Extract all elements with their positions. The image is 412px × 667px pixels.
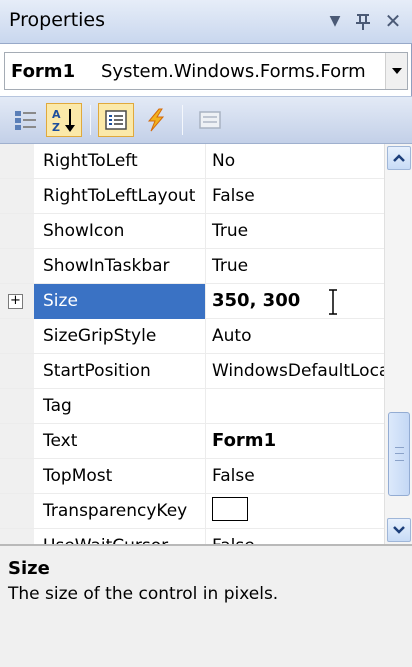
alphabetical-sort-icon: A Z bbox=[52, 108, 75, 133]
events-lightning-icon bbox=[147, 108, 165, 132]
property-name: TransparencyKey bbox=[34, 494, 206, 529]
object-type: System.Windows.Forms.Form bbox=[101, 61, 366, 82]
property-row[interactable]: UseWaitCursor False bbox=[0, 529, 384, 544]
events-button[interactable] bbox=[138, 103, 174, 137]
property-value[interactable]: Auto bbox=[206, 319, 384, 354]
property-row[interactable]: ShowInTaskbar True bbox=[0, 249, 384, 284]
chevron-down-icon bbox=[391, 68, 402, 74]
property-name: ShowIcon bbox=[34, 214, 206, 249]
properties-window: Properties ▼ ✕ Form1 System.Windows.Form… bbox=[0, 0, 412, 667]
color-swatch[interactable] bbox=[212, 497, 248, 521]
chevron-up-icon bbox=[393, 154, 405, 162]
property-value[interactable]: False bbox=[206, 459, 384, 494]
object-name: Form1 bbox=[11, 61, 76, 82]
property-pages-button[interactable] bbox=[192, 103, 228, 137]
property-value[interactable]: 350, 300 bbox=[206, 284, 384, 319]
description-text: The size of the control in pixels. bbox=[8, 584, 279, 604]
property-grid: RightToLeft No RightToLeftLayout False S… bbox=[0, 144, 412, 544]
properties-button[interactable] bbox=[98, 103, 134, 137]
property-name: UseWaitCursor bbox=[34, 529, 206, 544]
property-name: TopMost bbox=[34, 459, 206, 494]
property-name: Size bbox=[34, 284, 206, 319]
description-title: Size bbox=[8, 558, 50, 579]
object-selector[interactable]: Form1 System.Windows.Forms.Form bbox=[4, 52, 408, 90]
grip-icon bbox=[395, 447, 404, 461]
property-name: Text bbox=[34, 424, 206, 459]
property-row[interactable]: RightToLeftLayout False bbox=[0, 179, 384, 214]
property-name: Tag bbox=[34, 389, 206, 424]
property-row[interactable]: TransparencyKey bbox=[0, 494, 384, 529]
pin-glyph bbox=[356, 14, 370, 30]
toolbar-separator bbox=[90, 105, 91, 135]
categorized-icon bbox=[15, 111, 36, 130]
property-value[interactable] bbox=[206, 494, 384, 529]
property-row[interactable]: ShowIcon True bbox=[0, 214, 384, 249]
alphabetical-button[interactable]: A Z bbox=[46, 103, 82, 137]
property-value[interactable]: No bbox=[206, 144, 384, 179]
svg-text:Z: Z bbox=[52, 121, 60, 133]
properties-icon bbox=[105, 110, 127, 130]
chevron-down-icon bbox=[393, 526, 405, 534]
scroll-down-button[interactable] bbox=[387, 518, 411, 542]
scroll-thumb[interactable] bbox=[388, 412, 410, 496]
expand-icon[interactable]: + bbox=[8, 294, 23, 309]
text-cursor-icon bbox=[329, 289, 337, 315]
property-value[interactable]: False bbox=[206, 529, 384, 544]
property-row[interactable]: StartPosition WindowsDefaultLocation bbox=[0, 354, 384, 389]
close-icon[interactable]: ✕ bbox=[380, 6, 406, 36]
property-value[interactable]: True bbox=[206, 249, 384, 284]
property-toolbar: A Z bbox=[0, 96, 412, 144]
property-name: ShowInTaskbar bbox=[34, 249, 206, 284]
toolbar-separator bbox=[182, 105, 183, 135]
property-value[interactable]: WindowsDefaultLocation bbox=[206, 354, 384, 389]
property-name: StartPosition bbox=[34, 354, 206, 389]
title-bar: Properties ▼ ✕ bbox=[0, 0, 412, 44]
window-title: Properties bbox=[9, 9, 106, 31]
categorized-button[interactable] bbox=[8, 103, 44, 137]
window-menu-dropdown-icon[interactable]: ▼ bbox=[322, 6, 348, 36]
svg-text:A: A bbox=[52, 108, 61, 121]
property-value[interactable]: True bbox=[206, 214, 384, 249]
vertical-scrollbar[interactable] bbox=[384, 144, 412, 544]
property-row[interactable]: RightToLeft No bbox=[0, 144, 384, 179]
property-row-selected[interactable]: + Size 350, 300 bbox=[0, 284, 384, 319]
property-name: RightToLeft bbox=[34, 144, 206, 179]
description-pane: Size The size of the control in pixels. bbox=[0, 544, 412, 667]
property-name: RightToLeftLayout bbox=[34, 179, 206, 214]
property-value[interactable]: False bbox=[206, 179, 384, 214]
selector-dropdown-button[interactable] bbox=[385, 53, 407, 89]
property-row[interactable]: Tag bbox=[0, 389, 384, 424]
property-row[interactable]: Text Form1 bbox=[0, 424, 384, 459]
property-value[interactable] bbox=[206, 389, 384, 424]
property-row[interactable]: SizeGripStyle Auto bbox=[0, 319, 384, 354]
property-pages-icon bbox=[199, 111, 221, 129]
property-name: SizeGripStyle bbox=[34, 319, 206, 354]
pin-icon[interactable] bbox=[350, 6, 376, 36]
scroll-up-button[interactable] bbox=[387, 146, 411, 170]
property-value[interactable]: Form1 bbox=[206, 424, 384, 459]
property-row[interactable]: TopMost False bbox=[0, 459, 384, 494]
